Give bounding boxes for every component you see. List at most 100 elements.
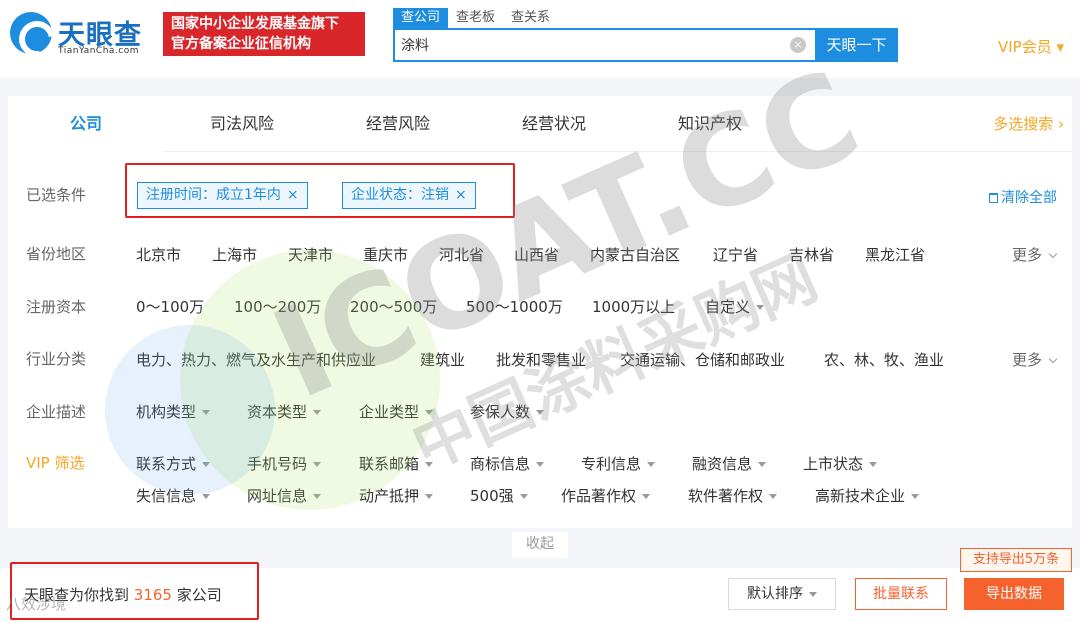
tab-company[interactable]: 公司: [8, 96, 164, 153]
vip-filter-label: VIP 筛选: [26, 454, 85, 472]
dropdown-label: 网址信息: [247, 487, 308, 505]
tab-search-company[interactable]: 查公司: [393, 8, 449, 28]
dropdown-label: 软件著作权: [688, 487, 764, 505]
capital-custom-dropdown[interactable]: 自定义: [705, 296, 765, 317]
search-input[interactable]: [401, 34, 781, 56]
option-province[interactable]: 辽宁省: [713, 244, 758, 265]
option-province[interactable]: 山西省: [514, 244, 559, 265]
clear-all-button[interactable]: 清除全部: [989, 187, 1057, 207]
province-label: 省份地区: [26, 245, 87, 263]
option-industry[interactable]: 批发和零售业: [496, 349, 586, 370]
option-capital[interactable]: 0～100万: [136, 296, 204, 317]
search-type-tabs: 查公司 查老板 查关系: [393, 8, 558, 28]
dropdown-vip-filter[interactable]: 商标信息: [470, 453, 545, 474]
dropdown-label: 资本类型: [247, 403, 308, 421]
tianyancha-logo[interactable]: 天眼查 TianYanCha.com: [10, 12, 155, 58]
trash-icon: [989, 193, 998, 203]
multi-select-search-link[interactable]: 多选搜索 ›: [993, 96, 1064, 152]
caret-down-icon: [647, 462, 656, 467]
logo-eye-icon: [10, 12, 52, 54]
search-button[interactable]: 天眼一下: [815, 28, 898, 62]
official-badge: 国家中小企业发展基金旗下 官方备案企业征信机构: [163, 12, 365, 56]
caret-down-icon: [756, 305, 765, 310]
dropdown-label: 失信信息: [136, 487, 197, 505]
option-industry[interactable]: 建筑业: [420, 349, 465, 370]
option-province[interactable]: 上海市: [212, 244, 257, 265]
caret-down-icon: [758, 462, 767, 467]
dropdown-vip-filter[interactable]: 手机号码: [247, 453, 322, 474]
dropdown-vip-filter[interactable]: 联系邮箱: [359, 453, 434, 474]
chevron-down-icon: [1048, 249, 1058, 259]
caret-down-icon: [425, 494, 434, 499]
option-province[interactable]: 内蒙古自治区: [590, 244, 680, 265]
dropdown-capital-type[interactable]: 资本类型: [247, 401, 322, 422]
province-more-button[interactable]: 更多: [1012, 244, 1058, 265]
dropdown-vip-filter[interactable]: 网址信息: [247, 485, 322, 506]
option-province[interactable]: 重庆市: [363, 244, 408, 265]
dropdown-company-type[interactable]: 企业类型: [359, 401, 434, 422]
caret-down-icon: [202, 462, 211, 467]
collapse-filters-button[interactable]: 收起: [512, 532, 568, 558]
tab-judicial-risk[interactable]: 司法风险: [164, 96, 320, 152]
dropdown-label: 联系方式: [136, 455, 197, 473]
dropdown-vip-filter[interactable]: 动产抵押: [359, 485, 434, 506]
caret-down-icon: [313, 462, 322, 467]
option-industry[interactable]: 电力、热力、燃气及水生产和供应业: [136, 349, 376, 370]
export-data-button[interactable]: 导出数据: [964, 578, 1064, 610]
batch-contact-button[interactable]: 批量联系: [855, 578, 947, 610]
logo-domain: TianYanCha.com: [58, 46, 140, 56]
dropdown-vip-filter[interactable]: 专利信息: [581, 453, 656, 474]
dropdown-label: 商标信息: [470, 455, 531, 473]
industry-more-button[interactable]: 更多: [1012, 349, 1058, 370]
selected-conditions-label: 已选条件: [26, 186, 87, 204]
option-capital[interactable]: 1000万以上: [592, 296, 675, 317]
caret-down-icon: [869, 462, 878, 467]
tab-search-relation[interactable]: 查关系: [503, 8, 558, 28]
dropdown-vip-filter[interactable]: 上市状态: [803, 453, 878, 474]
option-capital[interactable]: 500～1000万: [466, 296, 563, 317]
dropdown-org-type[interactable]: 机构类型: [136, 401, 211, 422]
option-province[interactable]: 黑龙江省: [865, 244, 925, 265]
option-industry[interactable]: 交通运输、仓储和邮政业: [620, 349, 785, 370]
dropdown-label: 专利信息: [581, 455, 642, 473]
dropdown-label: 500强: [470, 487, 514, 505]
more-label: 更多: [1012, 246, 1043, 264]
dropdown-vip-filter[interactable]: 融资信息: [692, 453, 767, 474]
tab-operating-risk[interactable]: 经营风险: [320, 96, 476, 152]
option-capital[interactable]: 100～200万: [234, 296, 321, 317]
vip-member-menu[interactable]: VIP会员 ▾: [998, 36, 1064, 57]
tab-search-boss[interactable]: 查老板: [448, 8, 503, 28]
dropdown-insured-count[interactable]: 参保人数: [470, 401, 545, 422]
caret-down-icon: [536, 462, 545, 467]
dropdown-vip-filter[interactable]: 失信信息: [136, 485, 211, 506]
category-tabs: 公司 司法风险 经营风险 经营状况 知识产权 多选搜索 ›: [8, 96, 1072, 153]
chevron-down-icon: [1048, 354, 1058, 364]
sort-dropdown[interactable]: 默认排序: [728, 578, 836, 610]
caret-down-icon: [313, 494, 322, 499]
option-industry[interactable]: 农、林、牧、渔业: [824, 349, 944, 370]
dropdown-vip-filter[interactable]: 500强: [470, 485, 528, 506]
caret-down-icon: [809, 591, 817, 597]
sort-label: 默认排序: [747, 586, 803, 602]
option-province[interactable]: 北京市: [136, 244, 181, 265]
caret-down-icon: [425, 410, 434, 415]
industry-label: 行业分类: [26, 350, 87, 368]
dropdown-vip-filter[interactable]: 高新技术企业: [815, 485, 920, 506]
tab-intellectual-property[interactable]: 知识产权: [632, 96, 788, 152]
option-capital[interactable]: 200～500万: [350, 296, 437, 317]
dropdown-label: 参保人数: [470, 403, 531, 421]
top-header: 天眼查 TianYanCha.com 国家中小企业发展基金旗下 官方备案企业征信…: [0, 0, 1080, 78]
describe-label: 企业描述: [26, 403, 87, 421]
clear-search-icon[interactable]: ×: [790, 37, 806, 53]
dropdown-label: 融资信息: [692, 455, 753, 473]
caret-down-icon: [202, 410, 211, 415]
option-province[interactable]: 天津市: [288, 244, 333, 265]
dropdown-vip-filter[interactable]: 软件著作权: [688, 485, 778, 506]
dropdown-label: 动产抵押: [359, 487, 420, 505]
tab-operating-status[interactable]: 经营状况: [476, 96, 632, 152]
dropdown-vip-filter[interactable]: 作品著作权: [561, 485, 651, 506]
option-province[interactable]: 吉林省: [789, 244, 834, 265]
more-label: 更多: [1012, 351, 1043, 369]
dropdown-vip-filter[interactable]: 联系方式: [136, 453, 211, 474]
option-province[interactable]: 河北省: [439, 244, 484, 265]
